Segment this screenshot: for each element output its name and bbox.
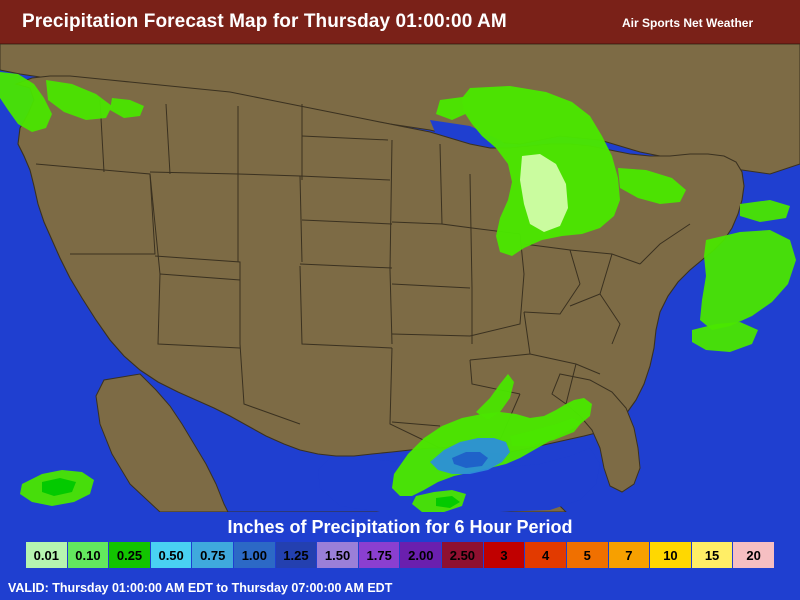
legend-step: 0.25 [109,542,151,568]
legend-step: 1.50 [317,542,359,568]
legend-step: 0.50 [150,542,193,568]
legend-step: 2.50 [442,542,484,568]
legend-step: 1.25 [275,542,318,568]
legend-step: 2.00 [400,542,443,568]
legend-step: 0.01 [26,542,68,568]
footer-bar: VALID: Thursday 01:00:00 AM EDT to Thurs… [0,578,800,600]
legend-step: 1.75 [358,542,401,568]
map-canvas[interactable] [0,44,800,512]
weather-map-page: Precipitation Forecast Map for Thursday … [0,0,800,600]
title-bar: Precipitation Forecast Map for Thursday … [0,0,800,44]
legend-step: 5 [566,542,609,568]
legend-title: Inches of Precipitation for 6 Hour Perio… [227,517,573,537]
legend-step: 4 [525,542,567,568]
legend-step: 1.00 [234,542,276,568]
legend-step: 0.10 [67,542,110,568]
legend: Inches of Precipitation for 6 Hour Perio… [0,512,800,578]
brand-label: Air Sports Net Weather [622,16,754,30]
legend-step: 20 [733,542,774,568]
legend-color-scale: 0.01 0.10 0.25 0.50 0.75 1.00 1.25 1.50 1.75 2.00… [26,542,774,568]
legend-step: 7 [608,542,651,568]
map-graphic [0,44,800,512]
legend-step: 10 [650,542,692,568]
valid-period-label: VALID: Thursday 01:00:00 AM EDT to Thurs… [8,581,393,595]
legend-step: 3 [483,542,526,568]
legend-step: 15 [691,542,734,568]
legend-step: 0.75 [192,542,235,568]
page-title: Precipitation Forecast Map for Thursday … [22,11,507,32]
